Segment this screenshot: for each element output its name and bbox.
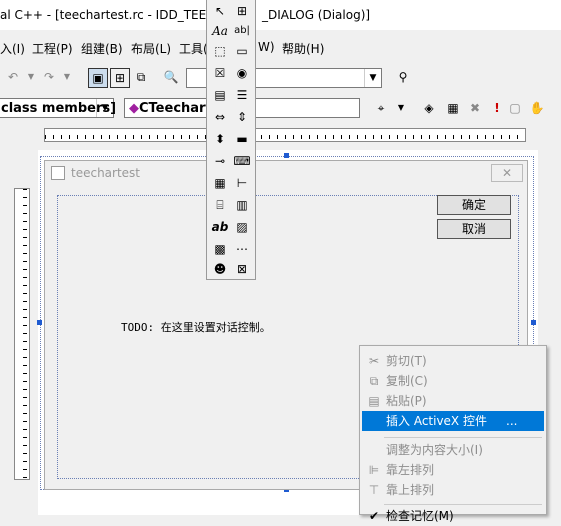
menu-item-copy[interactable]: ⧉ 复制(C) <box>362 371 544 391</box>
window-title-bar: al C++ - [teechartest.rc - IDD_TEECH _DIA… <box>0 0 561 30</box>
menu-insert[interactable]: 入(I) <box>0 40 25 57</box>
redo-dropdown-icon[interactable]: ▼ <box>58 68 76 86</box>
output-icon[interactable]: ⊞ <box>110 68 130 88</box>
group-box-icon[interactable]: ⬚ <box>210 41 230 61</box>
member-value: ◆CTeechart <box>129 101 212 116</box>
paste-icon: ▤ <box>368 394 380 408</box>
menu-item-paste[interactable]: ▤ 粘贴(P) <box>362 391 544 411</box>
menu-item-align-top[interactable]: ⊤ 靠上排列 <box>362 480 544 500</box>
window-title: al C++ - [teechartest.rc - IDD_TEECH _DIA… <box>0 8 371 22</box>
undo-dropdown-icon[interactable]: ▼ <box>22 68 40 86</box>
menu-window[interactable]: W) <box>258 40 275 54</box>
menu-project[interactable]: 工程(P) <box>32 40 73 57</box>
picture-icon[interactable]: ⊞ <box>232 1 252 21</box>
window-list-icon[interactable]: ⧉ <box>132 68 150 86</box>
dialog-caption: teechartest <box>71 166 141 180</box>
dialog-system-icon <box>51 166 65 180</box>
search-icon[interactable]: ⚲ <box>394 68 412 86</box>
remove-icon[interactable]: ✖ <box>466 99 484 117</box>
menu-bar: 入(I) 工程(P) 组建(B) 布局(L) 工具( W) 帮助(H) <box>0 36 561 58</box>
breakpoint-icon[interactable]: ▢ <box>506 99 524 117</box>
vscroll-icon[interactable]: ⇕ <box>232 107 252 127</box>
chevron-down-icon[interactable]: ▼ <box>392 99 410 117</box>
undo-icon[interactable]: ↶ <box>4 68 22 86</box>
controls-toolbox: ↖ ⊞ Aa ab| ⬚ ▭ ☒ ◉ ▤ ☰ ⇔ ⇕ ⬍ ▬ ⊸ ⌨ ▦ ⊢ ⌸… <box>206 0 256 280</box>
menu-item-size-to-content[interactable]: 调整为内容大小(I) <box>362 440 544 460</box>
scissors-icon: ✂ <box>368 354 380 368</box>
window-title-suffix: _DIALOG (Dialog)] <box>262 8 371 22</box>
menu-item-insert-activex[interactable]: 插入 ActiveX 控件 ... <box>362 411 544 431</box>
menu-item-cut[interactable]: ✂ 剪切(T) <box>362 351 544 371</box>
checkbox-icon[interactable]: ☒ <box>210 63 230 83</box>
tree-control-icon[interactable]: ⊢ <box>232 173 252 193</box>
ok-button[interactable]: 确定 <box>437 195 511 215</box>
edit-box-icon[interactable]: ab| <box>232 21 252 41</box>
animate-icon[interactable]: ▥ <box>232 195 252 215</box>
menu-item-align-left[interactable]: ⊫ 靠左排列 <box>362 460 544 480</box>
close-icon[interactable]: ✕ <box>491 164 523 182</box>
context-menu: ✂ 剪切(T) ⧉ 复制(C) ▤ 粘贴(P) 插入 ActiveX 控件 ..… <box>359 345 547 523</box>
menu-layout[interactable]: 布局(L) <box>131 40 171 57</box>
chevron-down-icon[interactable]: ▼ <box>96 99 113 117</box>
dialog-title-bar: teechartest ✕ <box>45 161 527 185</box>
build-icon[interactable]: ! <box>488 99 506 117</box>
todo-static-text[interactable]: TODO: 在这里设置对话控制。 <box>121 319 271 335</box>
menu-build[interactable]: 组建(B) <box>81 40 123 57</box>
test-dialog-icon[interactable]: ▦ <box>444 99 462 117</box>
menu-tools[interactable]: 工具( <box>179 40 208 57</box>
hotkey-icon[interactable]: ⌨ <box>232 151 252 171</box>
list-control-icon[interactable]: ▦ <box>210 173 230 193</box>
menu-help[interactable]: 帮助(H) <box>282 40 324 57</box>
workspace-icon[interactable]: ▣ <box>88 68 108 88</box>
cancel-button[interactable]: 取消 <box>437 219 511 239</box>
chevron-down-icon[interactable]: ▼ <box>364 69 381 87</box>
menu-item-check-mnemonics[interactable]: ✔ 检查记忆(M) <box>362 506 544 526</box>
radio-icon[interactable]: ◉ <box>232 63 252 83</box>
align-top-icon: ⊤ <box>368 483 380 497</box>
tab-control-icon[interactable]: ⌸ <box>210 195 230 215</box>
button-icon[interactable]: ▭ <box>232 41 252 61</box>
resize-handle-left[interactable] <box>37 320 42 325</box>
menu-separator <box>384 504 542 505</box>
wizard-bar: class members] ▼ ◆CTeechart ⌖ ▼ ◈ ▦ ✖ ! … <box>0 94 561 122</box>
check-icon: ✔ <box>368 509 380 523</box>
hand-icon[interactable]: ✋ <box>528 99 546 117</box>
horizontal-ruler[interactable] <box>44 128 526 142</box>
vertical-ruler[interactable] <box>14 188 30 480</box>
tab-order-icon[interactable]: ◈ <box>420 99 438 117</box>
resize-handle-right[interactable] <box>531 320 536 325</box>
rich-edit-icon[interactable]: ab <box>210 217 230 237</box>
month-calendar-icon[interactable]: ▩ <box>210 239 230 259</box>
find-in-files-icon[interactable]: 🔍 <box>162 68 180 86</box>
align-left-icon: ⊫ <box>368 463 380 477</box>
pointer-icon[interactable]: ↖ <box>210 1 230 21</box>
ip-address-icon[interactable]: ⋯ <box>232 239 252 259</box>
combo-box-icon[interactable]: ▤ <box>210 85 230 105</box>
copy-icon: ⧉ <box>369 374 379 388</box>
progress-icon[interactable]: ▬ <box>232 129 252 149</box>
resize-handle-top[interactable] <box>284 153 289 158</box>
method-icon: ◆ <box>129 101 139 116</box>
hscroll-icon[interactable]: ⇔ <box>210 107 230 127</box>
combo-ex-icon[interactable]: ⊠ <box>232 259 252 279</box>
wizard-action-icon[interactable]: ⌖ <box>372 99 390 117</box>
list-box-icon[interactable]: ☰ <box>232 85 252 105</box>
date-picker-icon[interactable]: ▨ <box>232 217 252 237</box>
redo-icon[interactable]: ↷ <box>40 68 58 86</box>
slider-icon[interactable]: ⊸ <box>210 151 230 171</box>
menu-separator <box>384 437 542 438</box>
standard-toolbar: ↶ ▼ ↷ ▼ ▣ ⊞ ⧉ 🔍 ▼ ⚲ <box>0 62 561 92</box>
class-members-combo[interactable]: class members] ▼ <box>0 98 116 118</box>
custom-control-icon[interactable]: ☻ <box>210 259 230 279</box>
spin-icon[interactable]: ⬍ <box>210 129 230 149</box>
static-text-icon[interactable]: Aa <box>210 21 230 41</box>
